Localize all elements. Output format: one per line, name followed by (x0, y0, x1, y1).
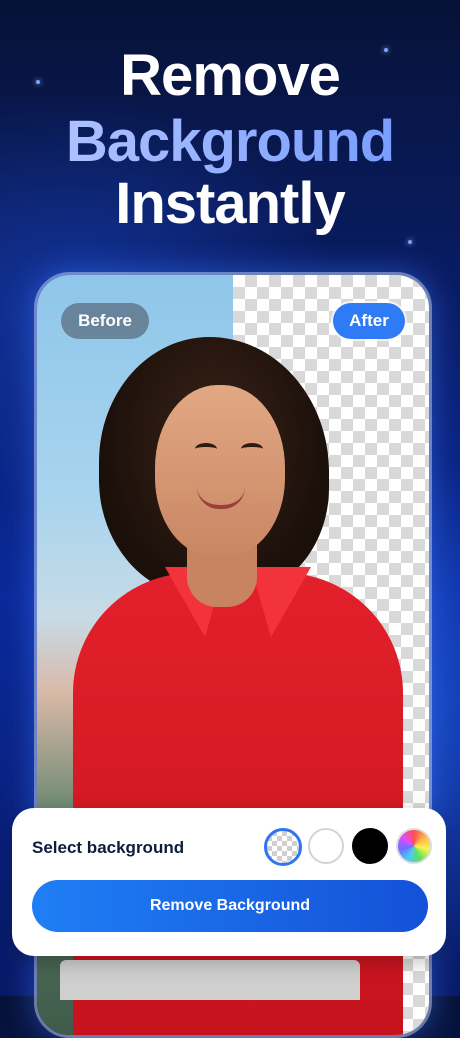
headline-line-2: Background (0, 108, 460, 175)
background-selector-panel: Select background Remove Background (12, 808, 446, 956)
before-badge[interactable]: Before (61, 303, 149, 339)
black-swatch[interactable] (352, 828, 388, 864)
shirt-collar-right (251, 567, 311, 637)
person-eye-right (241, 443, 263, 455)
person-eye-left (195, 443, 217, 455)
after-badge[interactable]: After (333, 303, 405, 339)
person-skirt (60, 960, 360, 1000)
color-picker-swatch[interactable] (396, 828, 432, 864)
remove-background-button[interactable]: Remove Background (32, 880, 428, 932)
person-face (155, 385, 285, 557)
star-decoration (408, 240, 412, 244)
transparent-swatch[interactable] (264, 828, 302, 866)
white-swatch[interactable] (308, 828, 344, 864)
headline-line-3: Instantly (115, 171, 346, 236)
select-background-label: Select background (32, 838, 185, 857)
headline-line-1: Remove (120, 43, 341, 108)
